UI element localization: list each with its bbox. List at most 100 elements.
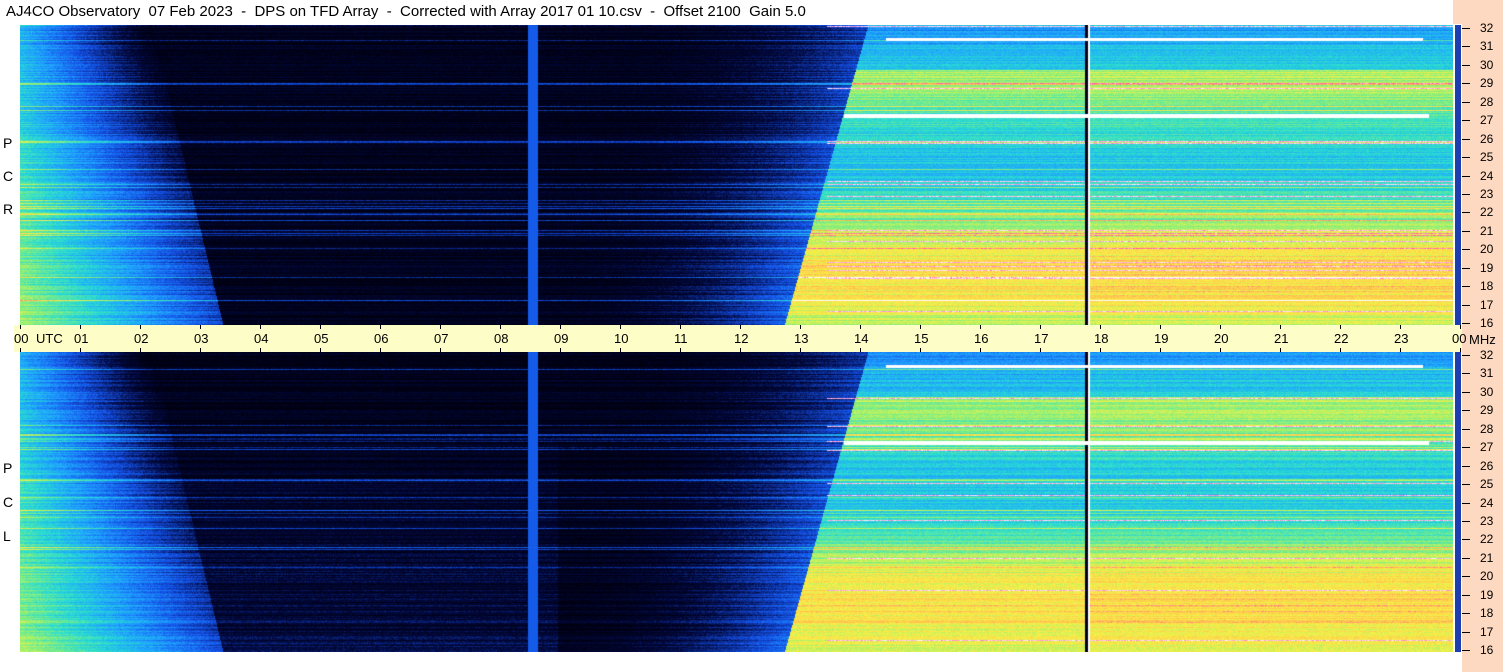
time-tick-mark <box>440 325 441 329</box>
time-tick-mark <box>920 325 921 329</box>
rcp-edge-strip <box>1455 25 1461 325</box>
time-tick-mark <box>1340 348 1341 352</box>
lcp-letter-l: L <box>3 528 11 544</box>
lcp-spectrogram-panel <box>20 352 1453 652</box>
freq-tick-label: 19 <box>1480 587 1494 602</box>
time-tick-label: 03 <box>194 331 209 346</box>
freq-tick-label: 21 <box>1480 223 1494 238</box>
time-tick-mark <box>200 348 201 352</box>
time-tick-mark <box>500 325 501 329</box>
time-tick-mark <box>20 325 21 329</box>
freq-tick-label: 22 <box>1480 205 1494 220</box>
freq-tick-label: 20 <box>1480 569 1494 584</box>
time-tick-label: 23 <box>1394 331 1409 346</box>
freq-tick-mark <box>1462 28 1470 29</box>
rcp-letter-c: C <box>3 168 14 184</box>
freq-tick-mark <box>1462 539 1470 541</box>
rcp-letter-p: P <box>3 135 13 151</box>
time-tick-mark <box>1160 325 1161 329</box>
freq-tick-label: 17 <box>1480 297 1494 312</box>
freq-tick-label: 30 <box>1480 384 1494 399</box>
freq-tick-mark <box>1462 631 1470 633</box>
freq-tick-mark <box>1462 101 1470 103</box>
time-tick-mark <box>1160 348 1161 352</box>
freq-tick-label: 31 <box>1480 366 1494 381</box>
freq-tick-mark <box>1462 83 1470 85</box>
freq-tick-mark <box>1462 249 1470 251</box>
freq-tick-mark <box>1462 212 1470 214</box>
freq-tick-mark <box>1462 175 1470 177</box>
freq-tick-mark <box>1462 120 1470 122</box>
freq-tick-mark <box>1462 391 1470 393</box>
time-tick-mark <box>1100 348 1101 352</box>
utc-label: UTC <box>36 331 63 346</box>
time-tick-label: 18 <box>1094 331 1109 346</box>
freq-tick-mark <box>1462 138 1470 140</box>
freq-tick-label: 20 <box>1480 242 1494 257</box>
freq-tick-label: 30 <box>1480 57 1494 72</box>
time-tick-mark <box>620 325 621 329</box>
time-tick-mark <box>260 325 261 329</box>
freq-tick-mark <box>1462 502 1470 504</box>
freq-tick-label: 26 <box>1480 131 1494 146</box>
time-tick-mark <box>620 348 621 352</box>
time-tick-label: 07 <box>434 331 449 346</box>
time-tick-label: 11 <box>674 331 688 346</box>
freq-tick-label: 32 <box>1480 348 1494 362</box>
time-tick-label: 09 <box>554 331 569 346</box>
freq-tick-mark <box>1462 46 1470 48</box>
freq-tick-mark <box>1462 373 1470 375</box>
lcp-letter-p: P <box>3 460 13 476</box>
time-tick-mark <box>20 348 21 352</box>
time-tick-mark <box>500 348 501 352</box>
time-tick-mark <box>800 325 801 329</box>
corner-patch <box>1453 0 1462 24</box>
time-tick-mark <box>320 325 321 329</box>
freq-tick-mark <box>1462 484 1470 486</box>
lcp-letter-c: C <box>3 494 14 510</box>
time-tick-mark <box>1040 348 1041 352</box>
time-tick-label: 12 <box>734 331 749 346</box>
freq-tick-label: 27 <box>1480 113 1494 128</box>
lcp-spectrogram <box>20 352 1453 652</box>
time-tick-label: 14 <box>854 331 869 346</box>
freq-tick-label: 21 <box>1480 550 1494 565</box>
time-tick-mark <box>1040 325 1041 329</box>
freq-tick-label: 22 <box>1480 532 1494 547</box>
freq-tick-label: 29 <box>1480 76 1494 91</box>
time-tick-label: 15 <box>914 331 929 346</box>
time-tick-label: 01 <box>74 331 89 346</box>
time-tick-mark <box>200 325 201 329</box>
time-tick-label: 10 <box>614 331 629 346</box>
freq-tick-mark <box>1462 520 1470 522</box>
time-tick-mark <box>1400 348 1401 352</box>
freq-tick-mark <box>1462 613 1470 615</box>
freq-tick-mark <box>1462 428 1470 430</box>
time-tick-mark <box>920 348 921 352</box>
freq-tick-label: 16 <box>1480 316 1494 330</box>
time-tick-mark <box>980 348 981 352</box>
time-tick-mark <box>1100 325 1101 329</box>
freq-tick-mark <box>1462 594 1470 596</box>
time-tick-label: 04 <box>254 331 269 346</box>
freq-tick-mark <box>1462 157 1470 159</box>
time-tick-mark <box>320 348 321 352</box>
time-tick-mark <box>860 348 861 352</box>
lcp-edge-strip <box>1455 352 1461 652</box>
time-tick-mark <box>1340 325 1341 329</box>
time-tick-label: 19 <box>1154 331 1169 346</box>
freq-tick-label: 25 <box>1480 150 1494 165</box>
time-tick-mark <box>380 348 381 352</box>
freq-tick-label: 31 <box>1480 39 1494 54</box>
freq-tick-label: 18 <box>1480 279 1494 294</box>
time-tick-mark <box>1220 348 1221 352</box>
freq-tick-mark <box>1462 304 1470 306</box>
freq-tick-mark <box>1462 64 1470 66</box>
time-tick-label: 16 <box>974 331 989 346</box>
time-tick-mark <box>560 348 561 352</box>
time-tick-label: 05 <box>314 331 329 346</box>
freq-tick-label: 19 <box>1480 260 1494 275</box>
time-tick-mark <box>80 325 81 329</box>
time-tick-mark <box>1400 325 1401 329</box>
freq-tick-mark <box>1462 447 1470 449</box>
